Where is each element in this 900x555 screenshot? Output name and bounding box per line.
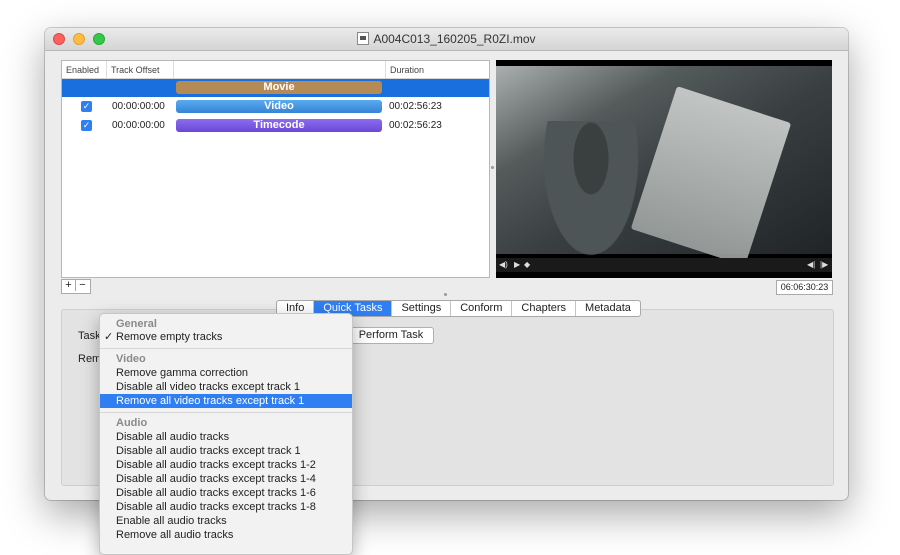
track-duration: 00:02:56:23	[389, 120, 442, 131]
track-row-timecode[interactable]: ✓ 00:00:00:00 Timecode 00:02:56:23	[62, 117, 489, 135]
track-offset: 00:00:00:00	[112, 120, 165, 131]
frame-clapperboard	[630, 86, 792, 266]
track-duration: 00:02:56:23	[389, 101, 442, 112]
menu-separator	[100, 348, 352, 349]
track-name: Timecode	[253, 119, 305, 131]
menu-item[interactable]: Disable all audio tracks except tracks 1…	[100, 472, 352, 486]
track-name-bar: Movie	[176, 81, 382, 94]
enabled-checkbox[interactable]: ✓	[81, 120, 92, 131]
video-preview[interactable]: ◀) ▶ ◆ ◀| |▶	[496, 60, 832, 278]
split-view-handle[interactable]	[491, 166, 494, 169]
menu-item[interactable]: Disable all video tracks except track 1	[100, 380, 352, 394]
column-header-enabled[interactable]: Enabled	[66, 65, 99, 75]
remove-track-button[interactable]: −	[75, 280, 89, 291]
task-popup-menu: General ✓ Remove empty tracks Video Remov…	[99, 313, 353, 555]
table-header: Enabled Track Offset Duration	[62, 61, 489, 79]
add-track-button[interactable]: +	[62, 280, 75, 291]
tracks-table: Enabled Track Offset Duration Movie ✓ 00…	[61, 60, 490, 278]
column-header-duration[interactable]: Duration	[390, 65, 424, 75]
menu-item[interactable]: Disable all audio tracks except track 1	[100, 444, 352, 458]
column-divider	[106, 61, 107, 78]
column-divider	[385, 61, 386, 78]
video-frame	[496, 66, 832, 271]
menu-item[interactable]: ✓ Remove empty tracks	[100, 330, 352, 344]
frame-person	[536, 121, 646, 271]
menu-section-header: Audio	[116, 417, 148, 429]
document-icon	[357, 32, 370, 45]
checkmark-icon: ✓	[104, 331, 114, 343]
playback-controls: ◀) ▶ ◆ ◀| |▶	[496, 258, 832, 272]
window-title-area: A004C013_160205_R0ZI.mov	[45, 32, 848, 46]
menu-item-highlighted[interactable]: Remove all video tracks except track 1	[100, 394, 352, 408]
menu-section-header: Video	[116, 353, 146, 365]
column-header-offset[interactable]: Track Offset	[111, 65, 160, 75]
menu-item-label: Remove empty tracks	[116, 331, 223, 343]
split-view-handle[interactable]	[444, 293, 447, 296]
track-offset: 00:00:00:00	[112, 101, 165, 112]
perform-task-button[interactable]: Perform Task	[348, 327, 434, 344]
task-label: Task	[78, 330, 101, 342]
menu-item[interactable]: Remove all audio tracks	[100, 528, 352, 542]
menu-section-header: General	[116, 318, 157, 330]
menu-item[interactable]: Enable all audio tracks	[100, 514, 352, 528]
volume-icon[interactable]: ◀)	[499, 260, 508, 269]
column-divider	[173, 61, 174, 78]
play-button[interactable]: ▶	[514, 260, 520, 269]
menu-item[interactable]: Disable all audio tracks	[100, 430, 352, 444]
enabled-checkbox[interactable]: ✓	[81, 101, 92, 112]
timecode-display: 06:06:30:23	[776, 280, 833, 295]
menu-item[interactable]: Disable all audio tracks except tracks 1…	[100, 486, 352, 500]
window-title: A004C013_160205_R0ZI.mov	[373, 32, 536, 46]
track-name: Movie	[263, 81, 295, 93]
menu-item[interactable]: Disable all audio tracks except tracks 1…	[100, 458, 352, 472]
tab-chapters[interactable]: Chapters	[511, 301, 575, 316]
track-name-bar: Video	[176, 100, 382, 113]
add-remove-track-control: + −	[61, 279, 91, 294]
title-bar: A004C013_160205_R0ZI.mov	[45, 28, 848, 51]
menu-item[interactable]: Disable all audio tracks except tracks 1…	[100, 500, 352, 514]
next-frame-button[interactable]: |▶	[820, 260, 828, 269]
track-row-movie[interactable]: Movie	[62, 79, 489, 97]
menu-item[interactable]: Remove gamma correction	[100, 366, 352, 380]
track-name-bar: Timecode	[176, 119, 382, 132]
previous-frame-button[interactable]: ◀|	[807, 260, 815, 269]
playhead-icon[interactable]: ◆	[524, 260, 530, 269]
tab-settings[interactable]: Settings	[391, 301, 450, 316]
tab-metadata[interactable]: Metadata	[575, 301, 640, 316]
track-name: Video	[264, 100, 294, 112]
track-row-video[interactable]: ✓ 00:00:00:00 Video 00:02:56:23	[62, 98, 489, 116]
tab-conform[interactable]: Conform	[450, 301, 511, 316]
menu-separator	[100, 412, 352, 413]
